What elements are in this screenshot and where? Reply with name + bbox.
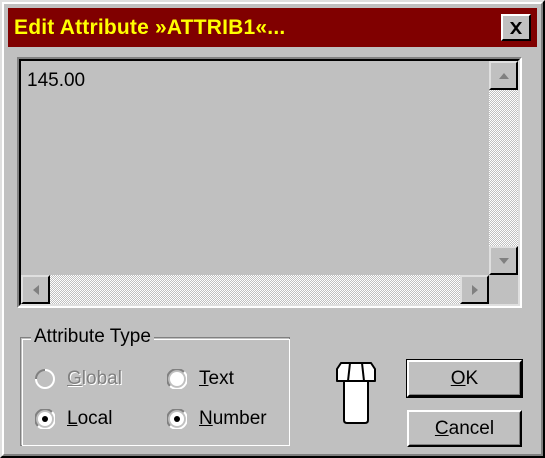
close-icon [510, 21, 522, 34]
arrow-right-icon [471, 284, 478, 295]
attribute-type-legend: Attribute Type [31, 326, 154, 348]
edit-attribute-dialog: Edit Attribute »ATTRIB1«... 145.00 Attri… [0, 0, 545, 458]
radio-local[interactable]: Local [35, 408, 112, 430]
scrollbar-corner [489, 275, 518, 304]
title-bar[interactable]: Edit Attribute »ATTRIB1«... [8, 8, 537, 47]
vertical-scrollbar[interactable] [489, 61, 518, 275]
radio-global[interactable]: Global [35, 368, 122, 390]
horizontal-scrollbar[interactable] [21, 275, 489, 304]
radio-text-label: Text [199, 368, 234, 389]
radio-global-label: Global [67, 368, 122, 389]
close-button[interactable] [501, 14, 531, 41]
radio-text-indicator [167, 369, 187, 389]
arrow-down-icon [498, 257, 509, 264]
radio-number[interactable]: Number [167, 408, 267, 430]
radio-local-indicator [35, 409, 55, 429]
attribute-type-group: Attribute Type Global Text Local Number [20, 326, 290, 446]
scroll-right-button[interactable] [460, 275, 489, 304]
ok-button-label: OK [450, 367, 479, 389]
radio-local-label: Local [67, 408, 113, 429]
radio-global-indicator [35, 369, 55, 389]
radio-text[interactable]: Text [167, 368, 234, 390]
arrow-left-icon [32, 284, 39, 295]
cancel-button-label: Cancel [434, 417, 495, 439]
attribute-value-editor[interactable]: 145.00 [17, 57, 522, 308]
radio-number-indicator [167, 409, 187, 429]
bolt-icon [336, 362, 376, 424]
scroll-up-button[interactable] [489, 61, 518, 90]
radio-number-label: Number [199, 408, 267, 429]
ok-button[interactable]: OK [406, 359, 523, 398]
vertical-scroll-track[interactable] [489, 90, 518, 246]
scroll-down-button[interactable] [489, 246, 518, 275]
attribute-value-text[interactable]: 145.00 [27, 70, 85, 92]
window-title: Edit Attribute »ATTRIB1«... [14, 15, 286, 39]
scroll-left-button[interactable] [21, 275, 50, 304]
arrow-up-icon [498, 72, 509, 79]
horizontal-scroll-track[interactable] [50, 275, 460, 304]
cancel-button[interactable]: Cancel [407, 410, 522, 447]
